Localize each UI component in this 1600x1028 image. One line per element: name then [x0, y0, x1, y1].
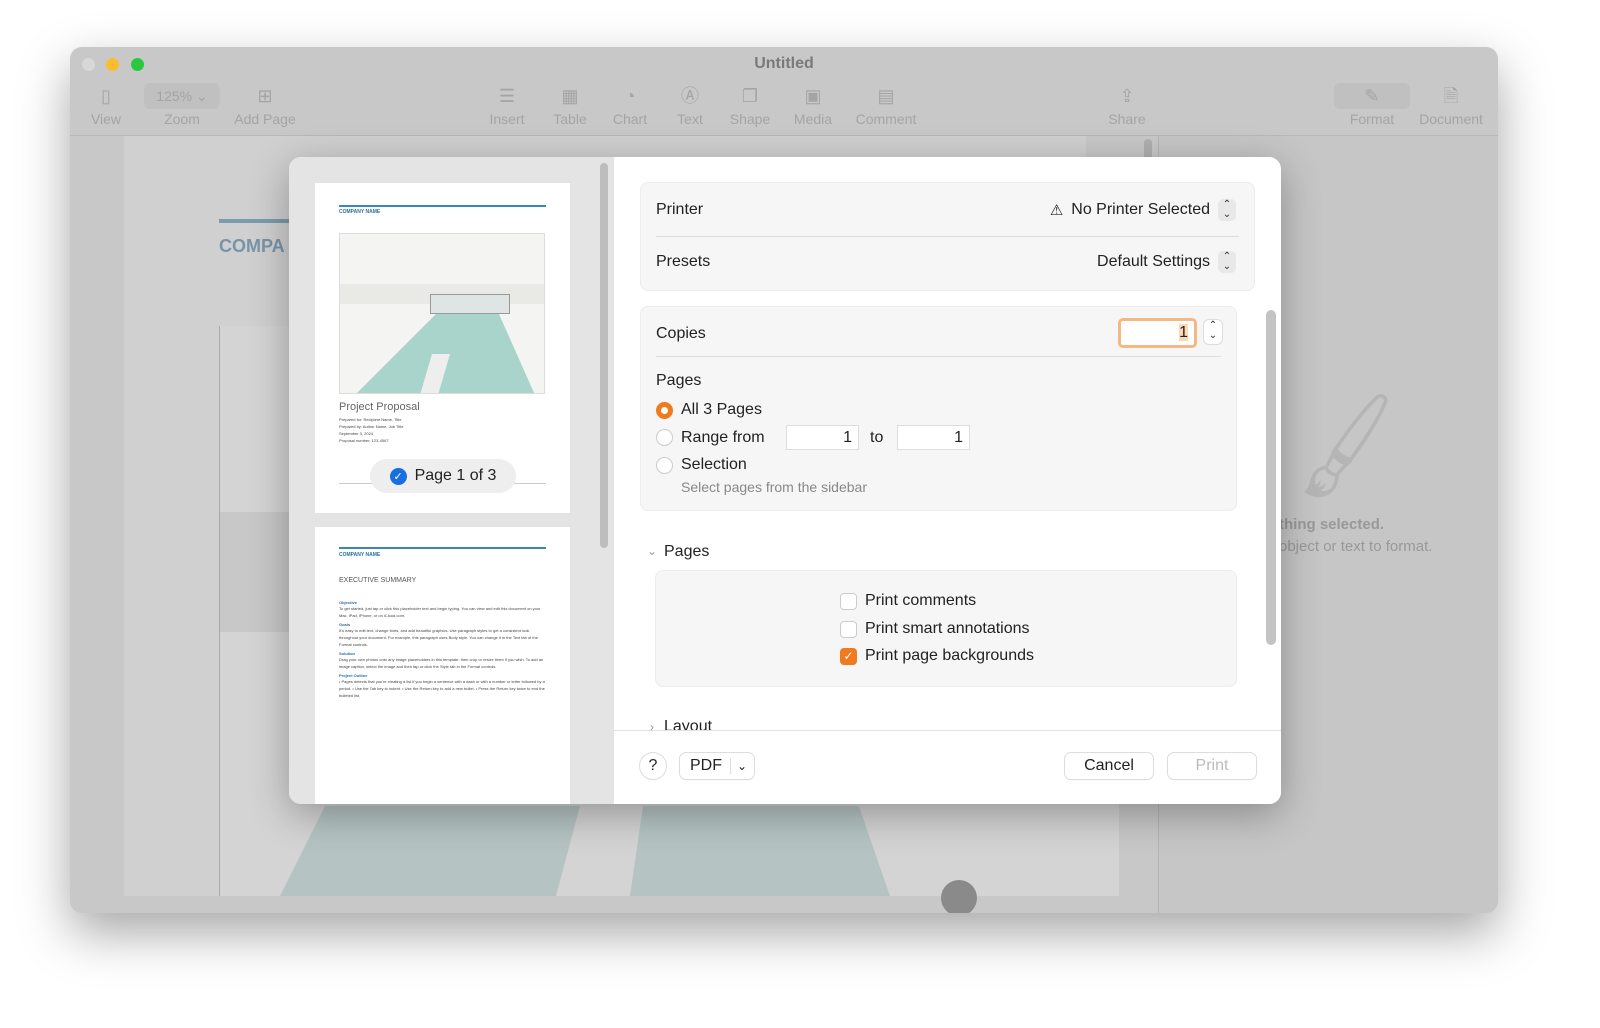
toolbar-chart[interactable]: ◔ Chart [608, 83, 652, 127]
toolbar-text[interactable]: Ⓐ Text [670, 83, 710, 127]
text-icon: Ⓐ [681, 86, 699, 106]
checkbox-print-comments[interactable] [840, 593, 857, 610]
print-dialog: COMPANY NAME Project Proposal Prepared f… [289, 157, 1281, 804]
window-title: Untitled [754, 55, 814, 72]
pages-options-group: Print comments Print smart annotations ✓… [655, 570, 1237, 687]
toolbar-format[interactable]: ✎ Format [1334, 83, 1410, 127]
toolbar-add-page[interactable]: ⊞ Add Page [232, 83, 298, 127]
printer-label: Printer [656, 201, 704, 218]
comment-icon: ▤ [877, 86, 895, 106]
toolbar-table[interactable]: ▦ Table [548, 83, 592, 127]
radio-selection[interactable] [656, 457, 673, 474]
chevron-down-icon[interactable]: ⌄ [647, 544, 657, 558]
company-heading: COMPA [219, 236, 285, 256]
comment-bubble-icon[interactable] [941, 880, 977, 913]
toolbar-zoom[interactable]: 125% ⌄ Zoom [144, 83, 220, 127]
no-selection-hint: object or text to format. [1279, 538, 1433, 555]
presets-popup[interactable]: Default Settings ⌃ ⌄ [1097, 251, 1236, 273]
thumbnail-body: Objective To get started, just tap or cl… [339, 600, 545, 698]
pdf-menu-button[interactable]: PDF ⌄ [680, 753, 754, 779]
page-thumbnails-sidebar[interactable]: COMPANY NAME Project Proposal Prepared f… [289, 157, 614, 804]
page-thumbnail-1[interactable]: COMPANY NAME Project Proposal Prepared f… [315, 183, 570, 513]
pages-section-toggle[interactable]: Pages [664, 543, 709, 561]
document-icon: 🗎 [1443, 86, 1459, 106]
toolbar-shape[interactable]: ❐ Shape [726, 83, 774, 127]
checkbox-print-page-backgrounds[interactable]: ✓ [840, 648, 857, 665]
popup-chevrons-icon: ⌃ ⌄ [1218, 199, 1236, 221]
thumbnail-image [339, 233, 545, 394]
media-icon: ▣ [804, 86, 822, 106]
toolbar-insert[interactable]: ☰ Insert [484, 83, 530, 127]
presets-label: Presets [656, 253, 711, 270]
pages-label: Pages [656, 372, 702, 389]
page-selected-badge[interactable]: ✓ Page 1 of 3 [370, 459, 516, 493]
paintbrush-icon: 🖌 [1281, 387, 1412, 507]
toolbar-share[interactable]: ⇪ Share [1104, 83, 1150, 127]
shape-icon: ❐ [741, 86, 759, 106]
range-from-field[interactable]: 1 [786, 425, 859, 450]
page-thumbnail-2[interactable]: COMPANY NAME EXECUTIVE SUMMARY Objective… [315, 527, 570, 804]
toolbar-document[interactable]: 🗎 Document [1416, 83, 1486, 127]
divider [656, 356, 1221, 357]
sidebar-icon: ▯ [101, 86, 111, 106]
print-button[interactable]: Print [1168, 753, 1256, 779]
paintbrush-icon: ✎ [1334, 83, 1410, 109]
chart-icon: ◔ [624, 86, 636, 106]
add-page-icon: ⊞ [257, 86, 273, 106]
settings-scrollbar[interactable] [1266, 310, 1276, 645]
no-selection-title: thing selected. [1279, 516, 1385, 533]
selection-hint: Select pages from the sidebar [681, 479, 867, 495]
range-to-field[interactable]: 1 [897, 425, 970, 450]
help-button[interactable]: ? [640, 753, 666, 779]
sidebar-scrollbar[interactable] [600, 163, 608, 548]
checkbox-print-smart-annotations[interactable] [840, 621, 857, 638]
chevron-down-icon: ⌄ [195, 88, 208, 104]
copies-pages-group: Copies 1 ⌃ ⌄ Pages All 3 Pages Range from… [640, 306, 1237, 511]
copies-field[interactable]: 1 [1118, 318, 1197, 348]
copies-stepper[interactable]: ⌃ ⌄ [1204, 320, 1222, 344]
insert-icon: ☰ [498, 86, 516, 106]
printer-presets-group: Printer ⚠ No Printer Selected ⌃ ⌄ Presets… [640, 182, 1255, 291]
toolbar-media[interactable]: ▣ Media [790, 83, 836, 127]
toolbar-view[interactable]: ▯ View [88, 83, 124, 127]
warning-icon: ⚠ [1049, 202, 1064, 219]
table-icon: ▦ [561, 86, 579, 106]
checkmark-icon: ✓ [389, 467, 407, 485]
toolbar-comment[interactable]: ▤ Comment [850, 83, 922, 127]
dialog-footer: ? PDF ⌄ Cancel Print [614, 730, 1281, 804]
share-icon: ⇪ [1119, 86, 1135, 106]
copies-label: Copies [656, 325, 706, 342]
popup-chevrons-icon: ⌃ ⌄ [1218, 251, 1236, 273]
chevron-down-icon: ⌄ [737, 759, 748, 773]
radio-all-pages[interactable] [656, 402, 673, 419]
cancel-button[interactable]: Cancel [1065, 753, 1153, 779]
radio-range[interactable] [656, 429, 673, 446]
divider [656, 236, 1239, 237]
printer-popup[interactable]: ⚠ No Printer Selected ⌃ ⌄ [1050, 199, 1236, 221]
